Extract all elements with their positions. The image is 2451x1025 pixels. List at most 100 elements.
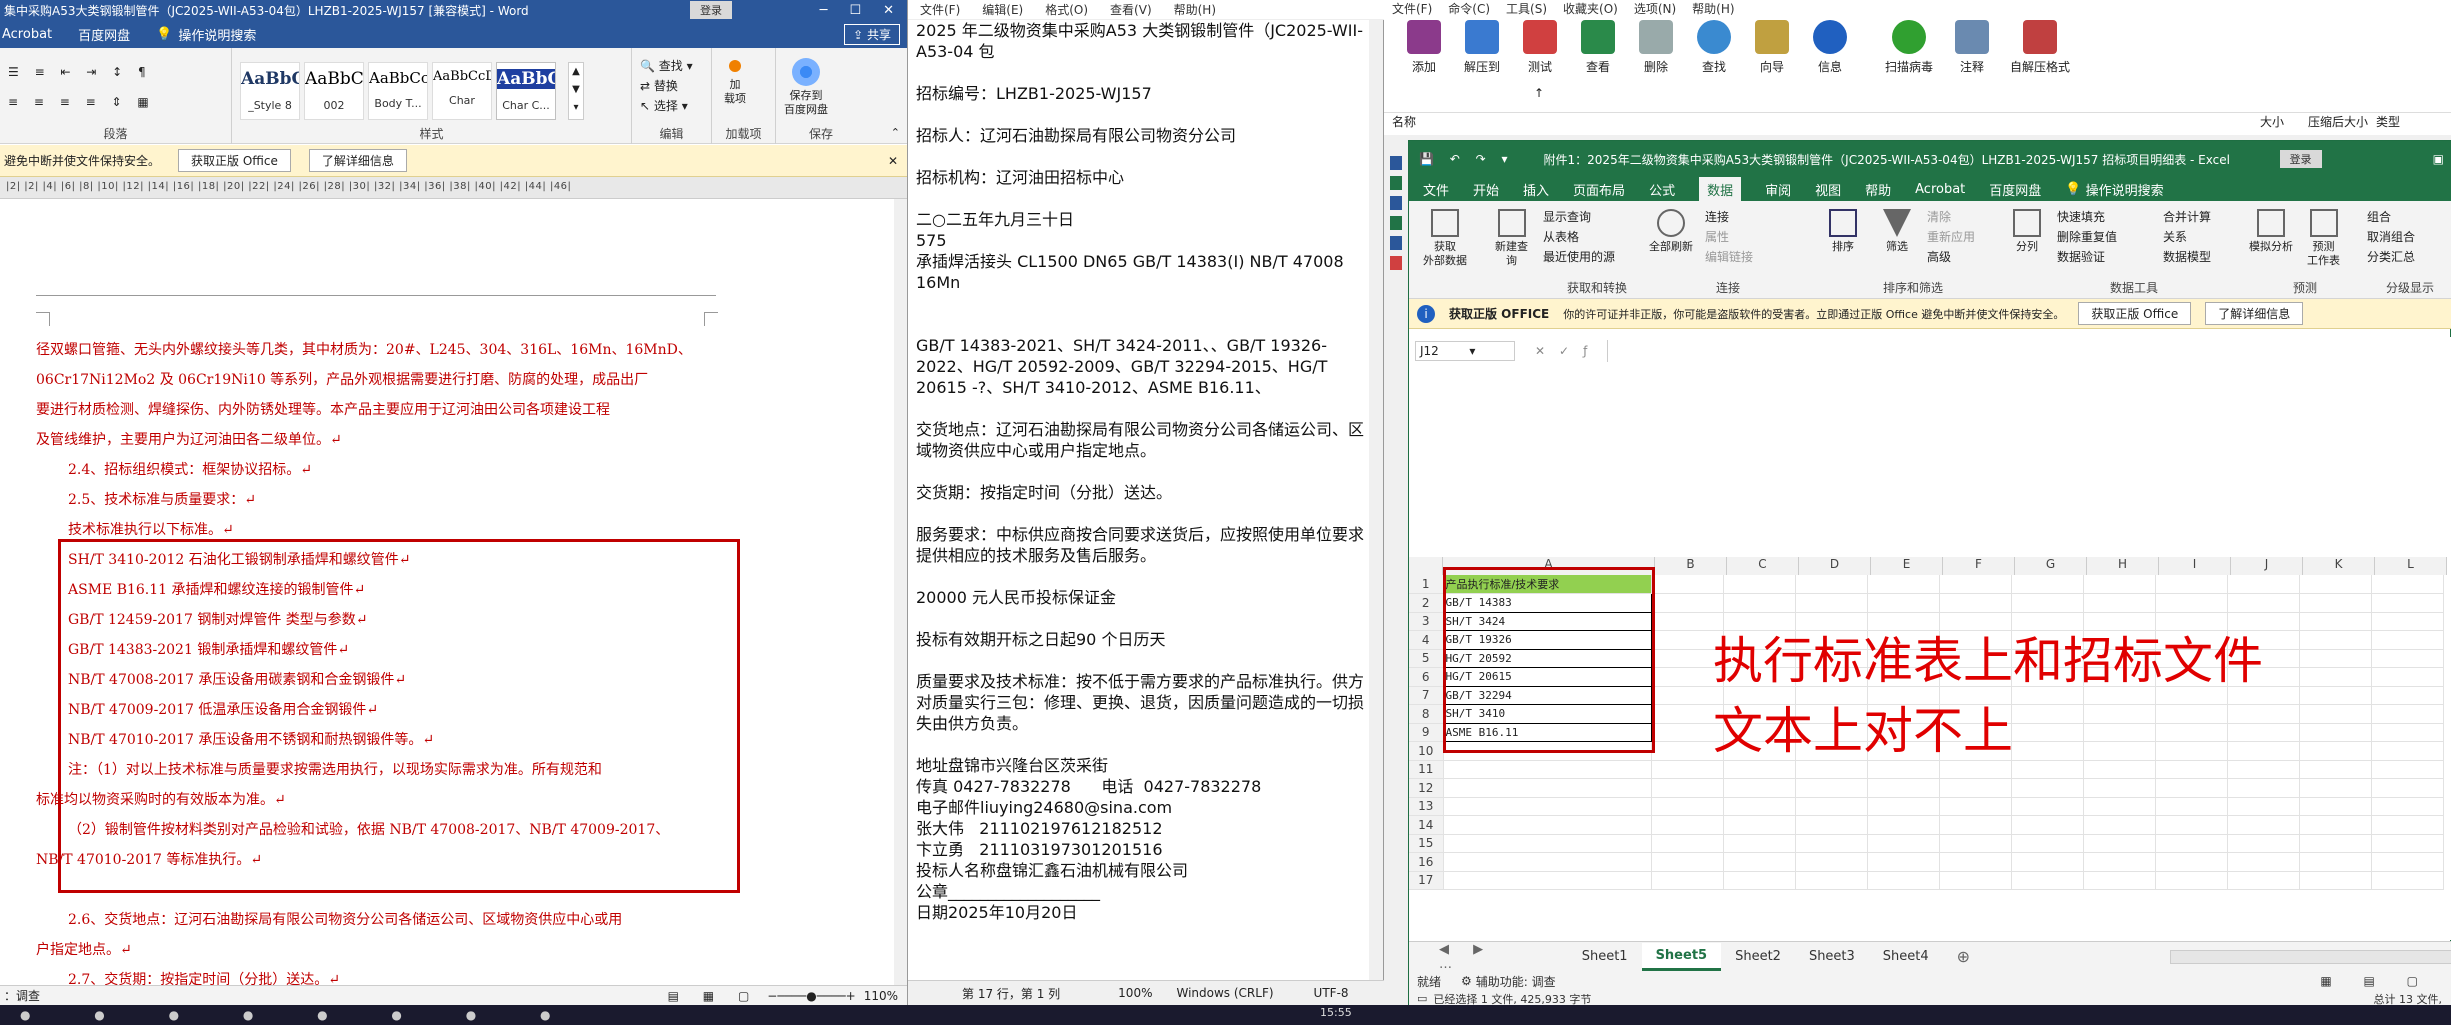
cell[interactable] — [1795, 612, 1868, 631]
cell[interactable] — [2011, 704, 2084, 724]
wizard-button[interactable]: 向导 — [1744, 20, 1800, 75]
data-validation[interactable]: 数据验证 — [2057, 247, 2117, 267]
cell[interactable] — [2155, 834, 2228, 853]
cell[interactable] — [1443, 834, 1652, 853]
word-file-icon[interactable] — [1390, 236, 1402, 250]
text-to-columns[interactable]: 分列 — [2013, 209, 2041, 254]
archive-menu-options[interactable]: 选项(N) — [1634, 0, 1676, 17]
align-tools[interactable]: ≡ ≡ ≡ ≡ ⇕ ▦ — [8, 92, 155, 112]
sheet-tab-5[interactable]: Sheet5 — [1641, 942, 1722, 971]
relationships[interactable]: 关系 — [2163, 227, 2211, 247]
warn-close-icon[interactable]: ✕ — [888, 154, 898, 168]
cell[interactable] — [2371, 871, 2444, 890]
xl-tab-formulas[interactable]: 公式 — [1649, 180, 1675, 199]
refresh-all[interactable]: 全部刷新 — [1649, 209, 1693, 254]
menu-edit[interactable]: 编辑(E) — [982, 1, 1023, 18]
cell[interactable] — [1795, 815, 1868, 835]
cell[interactable] — [1867, 797, 1940, 816]
cell[interactable] — [2371, 723, 2444, 742]
replace-button[interactable]: ⇄ 替换 — [640, 76, 693, 96]
menu-help[interactable]: 帮助(H) — [1174, 1, 1216, 18]
cell[interactable] — [2083, 871, 2156, 890]
group[interactable]: 组合 — [2367, 207, 2415, 227]
minimize-icon[interactable]: ─ — [820, 3, 828, 18]
cell[interactable] — [2227, 834, 2300, 853]
cell[interactable] — [1867, 593, 1940, 613]
forecast-sheet[interactable]: 预测 工作表 — [2307, 209, 2340, 268]
cell[interactable] — [2227, 760, 2300, 779]
word-file-icon[interactable] — [1390, 156, 1402, 170]
xl-tell-me[interactable]: 💡 操作说明搜索 — [2065, 180, 2163, 199]
cell[interactable] — [2371, 575, 2444, 594]
cell[interactable] — [2299, 778, 2372, 798]
cell[interactable] — [2299, 612, 2372, 631]
add-sheet-icon[interactable]: ⊕ — [1957, 947, 1970, 966]
cell[interactable] — [2227, 871, 2300, 890]
cell[interactable] — [1651, 834, 1724, 853]
menu-view[interactable]: 查看(V) — [1110, 1, 1152, 18]
cell[interactable] — [2155, 871, 2228, 890]
save-baidu-button[interactable]: 保存到 百度网盘 — [784, 58, 828, 117]
cell[interactable] — [1795, 852, 1868, 872]
h-scrollbar[interactable] — [2170, 949, 2451, 964]
get-external-data[interactable]: 获取 外部数据 — [1423, 209, 1467, 268]
cell[interactable] — [1443, 778, 1652, 798]
cell[interactable] — [1939, 834, 2012, 853]
cell[interactable] — [2083, 575, 2156, 594]
cell[interactable] — [2083, 778, 2156, 798]
what-if-analysis[interactable]: 模拟分析 — [2249, 209, 2293, 254]
cell[interactable] — [1723, 871, 1796, 890]
quick-access-icons[interactable]: 💾 ↶ ↷ ▾ — [1419, 152, 1514, 166]
cell[interactable] — [2299, 797, 2372, 816]
cell[interactable] — [2155, 778, 2228, 798]
cell[interactable] — [2227, 723, 2300, 742]
style-style8[interactable]: AaBbC _Style 8 — [240, 62, 300, 120]
cell[interactable] — [2371, 834, 2444, 853]
cell[interactable] — [1723, 797, 1796, 816]
select-all-corner[interactable] — [1409, 557, 1443, 575]
sheet-tab-3[interactable]: Sheet3 — [1795, 944, 1869, 969]
cell[interactable] — [2299, 741, 2372, 761]
ribbon-display-icon[interactable]: ▣ — [2433, 152, 2444, 166]
up-arrow-icon[interactable]: ↑ — [1534, 86, 1544, 100]
xl-tab-layout[interactable]: 页面布局 — [1573, 180, 1625, 199]
tell-me[interactable]: 💡 操作说明搜索 — [156, 25, 256, 44]
cell[interactable] — [1651, 871, 1724, 890]
cell[interactable] — [2227, 612, 2300, 631]
excel-accessibility[interactable]: 辅助功能: 调查 — [1476, 973, 1556, 990]
cell[interactable] — [2155, 760, 2228, 779]
sheet-nav-icons[interactable]: ◀ ▶ … — [1439, 942, 1528, 972]
menu-format[interactable]: 格式(O) — [1045, 1, 1088, 18]
excel-file-icon[interactable] — [1390, 176, 1402, 190]
cell[interactable] — [2155, 797, 2228, 816]
row-header[interactable]: 17 — [1409, 871, 1444, 890]
sfx-button[interactable]: 自解压格式 — [2002, 20, 2078, 75]
cell[interactable] — [1723, 593, 1796, 613]
cell[interactable] — [2155, 852, 2228, 872]
cell[interactable] — [1651, 612, 1724, 631]
col-name[interactable]: 名称 — [1392, 113, 1416, 130]
cell[interactable] — [1867, 612, 1940, 631]
consolidate[interactable]: 合并计算 — [2163, 207, 2211, 227]
xl-tab-review[interactable]: 审阅 — [1765, 180, 1791, 199]
row-header[interactable]: 8 — [1409, 704, 1444, 724]
cell[interactable] — [1939, 575, 2012, 594]
find-archive-button[interactable]: 查找 — [1686, 20, 1742, 75]
cell[interactable] — [2083, 593, 2156, 613]
learn-more-button[interactable]: 了解详细信息 — [308, 149, 407, 172]
cell[interactable] — [2011, 741, 2084, 761]
column-header[interactable]: B — [1655, 557, 1727, 575]
word-scrollbar[interactable] — [894, 199, 907, 985]
name-box[interactable]: J12 ▾ — [1415, 341, 1515, 361]
cell[interactable] — [1795, 778, 1868, 798]
row-header[interactable]: 10 — [1409, 741, 1444, 761]
row-header[interactable]: 14 — [1409, 815, 1444, 835]
archive-menu-cmd[interactable]: 命令(C) — [1448, 0, 1490, 17]
select-button[interactable]: ↖ 选择 ▾ — [640, 96, 693, 116]
cell[interactable] — [1939, 815, 2012, 835]
column-header[interactable]: E — [1871, 557, 1943, 575]
style-char[interactable]: AaBbCcDc Char — [432, 62, 492, 120]
properties[interactable]: 属性 — [1705, 227, 1753, 247]
cell[interactable] — [2371, 778, 2444, 798]
cell[interactable] — [1939, 612, 2012, 631]
